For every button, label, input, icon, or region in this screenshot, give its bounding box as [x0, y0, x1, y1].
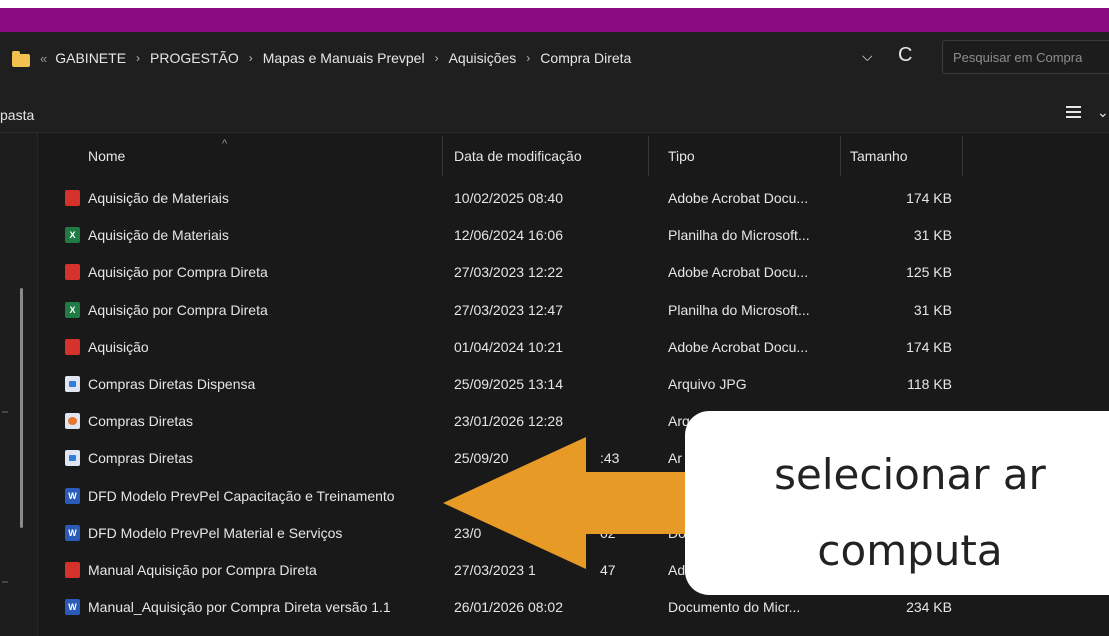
file-date: 10/02/2025 08:40 — [454, 190, 563, 206]
sort-ascending-icon: ^ — [222, 138, 228, 150]
top-edge — [0, 0, 1109, 8]
column-header-size[interactable]: Tamanho — [850, 136, 908, 176]
breadcrumb-compra-direta[interactable]: Compra Direta — [540, 50, 631, 66]
file-date — [454, 478, 654, 515]
file-name: Manual Aquisição por Compra Direta — [88, 562, 317, 578]
file-date: 27/03/2023 12:22 — [454, 264, 563, 281]
jpg-image-icon — [65, 376, 80, 392]
view-options-chevron-icon[interactable]: ⌄ — [1097, 104, 1109, 121]
file-name: Aquisição por Compra Direta — [88, 264, 268, 281]
file-date: 25/09/20 — [454, 450, 509, 467]
breadcrumb-aquisicoes[interactable]: Aquisições — [449, 50, 517, 66]
pdf-icon — [65, 264, 80, 281]
excel-icon: X — [65, 301, 80, 318]
column-header-type[interactable]: Tipo — [668, 136, 695, 176]
file-date: 27/03/2023 1 — [454, 562, 536, 578]
scrollbar-thumb[interactable] — [20, 288, 23, 528]
word-icon: W — [65, 524, 80, 541]
file-name: Aquisição de Materiais — [88, 190, 229, 206]
file-size: 125 KB — [906, 264, 952, 281]
file-type: Adobe Acrobat Docu... — [668, 190, 809, 206]
toolbar-new-folder-label[interactable]: pasta — [0, 107, 34, 123]
chevron-right-icon: › — [248, 51, 253, 65]
breadcrumb-overflow[interactable]: « — [40, 51, 47, 66]
file-name: DFD Modelo PrevPel Capacitação e Treinam… — [88, 487, 395, 504]
nav-pane-marker — [2, 411, 8, 413]
jpg-image-icon — [65, 450, 80, 467]
table-row[interactable]: X Aquisição por Compra Direta 27/03/2023 1… — [40, 292, 1109, 329]
file-size: 31 KB — [913, 227, 952, 244]
file-name: Aquisição — [88, 338, 149, 355]
file-date-tail: 47 — [600, 562, 616, 578]
file-type: Adobe Acrobat Docu... — [668, 264, 809, 281]
file-date: 23/0 — [454, 524, 482, 541]
pdf-icon — [65, 562, 80, 578]
file-date-tail: :43 — [600, 450, 620, 467]
column-header-name[interactable]: Nome — [88, 136, 125, 176]
table-row[interactable]: Compras Diretas Dispensa 25/09/2025 13:14… — [40, 366, 1109, 403]
file-name: DFD Modelo PrevPel Material e Serviços — [88, 524, 343, 541]
file-name: Aquisição de Materiais — [88, 227, 229, 244]
pdf-icon — [65, 190, 80, 206]
file-type: Planilha do Microsoft... — [668, 227, 810, 244]
file-date: 23/01/2026 12:28 — [454, 413, 563, 430]
table-row[interactable]: Aquisição de Materiais 10/02/2025 08:40 Ad… — [40, 180, 1109, 217]
view-details-icon[interactable] — [1066, 106, 1081, 120]
word-icon: W — [65, 599, 80, 616]
column-divider[interactable] — [648, 136, 649, 176]
file-size: 31 KB — [913, 301, 952, 318]
file-name: Compras Diretas Dispensa — [88, 376, 256, 392]
file-name: Aquisição por Compra Direta — [88, 301, 268, 318]
file-size: 174 KB — [906, 338, 952, 355]
callout-text: selecionar ar computa — [690, 437, 1109, 589]
callout-line-1: selecionar ar — [774, 450, 1046, 499]
column-header-date[interactable]: Data de modificação — [454, 136, 582, 176]
pdf-icon — [65, 338, 80, 355]
column-divider[interactable] — [840, 136, 841, 176]
column-header-row: Nome Data de modificação Tipo Tamanho — [40, 136, 1109, 176]
chevron-right-icon: › — [136, 51, 141, 65]
breadcrumb[interactable]: « GABINETE › PROGESTÃO › Mapas e Manuais… — [40, 50, 631, 66]
file-date: 27/03/2023 12:47 — [454, 301, 563, 318]
command-toolbar — [0, 88, 1109, 133]
file-date-tail: 02 — [600, 524, 616, 541]
title-band — [0, 8, 1109, 32]
chevron-right-icon: › — [434, 51, 439, 65]
refresh-icon[interactable]: C — [898, 44, 912, 67]
word-icon: W — [65, 487, 80, 504]
file-name: Compras Diretas — [88, 450, 194, 467]
file-date: 25/09/2025 13:14 — [454, 376, 563, 392]
file-date: 12/06/2024 16:06 — [454, 227, 563, 244]
chevron-right-icon: › — [526, 51, 531, 65]
breadcrumb-gabinete[interactable]: GABINETE — [55, 50, 126, 66]
table-row[interactable]: Aquisição por Compra Direta 27/03/2023 12… — [40, 254, 1109, 291]
file-name: Manual_Aquisição por Compra Direta versã… — [88, 599, 391, 616]
file-size: 118 KB — [907, 376, 952, 392]
table-row[interactable]: Aquisição 01/04/2024 10:21 Adobe Acrobat D… — [40, 329, 1109, 366]
column-divider[interactable] — [962, 136, 963, 176]
table-row[interactable]: X Aquisição de Materiais 12/06/2024 16:06 P… — [40, 217, 1109, 254]
callout-line-2: computa — [817, 526, 1003, 575]
file-size: 174 KB — [906, 190, 952, 206]
file-type: Adobe Acrobat Docu... — [668, 338, 809, 355]
navigation-pane[interactable] — [0, 133, 38, 636]
excel-icon: X — [65, 227, 80, 244]
breadcrumb-progestao[interactable]: PROGESTÃO — [150, 50, 239, 66]
file-date: 26/01/2026 08:02 — [454, 599, 563, 616]
address-history-chevron-icon[interactable]: ⌵ — [862, 48, 873, 65]
file-type: Planilha do Microsoft... — [668, 301, 810, 318]
png-image-icon — [65, 413, 80, 430]
search-input[interactable]: Pesquisar em Compra — [942, 40, 1109, 74]
file-date: 01/04/2024 10:21 — [454, 338, 563, 355]
nav-pane-marker — [2, 581, 8, 583]
file-type: Arquivo JPG — [668, 376, 747, 392]
column-divider[interactable] — [442, 136, 443, 176]
file-name: Compras Diretas — [88, 413, 194, 430]
breadcrumb-mapas-manuais[interactable]: Mapas e Manuais Prevpel — [263, 50, 425, 66]
folder-icon — [12, 51, 30, 67]
